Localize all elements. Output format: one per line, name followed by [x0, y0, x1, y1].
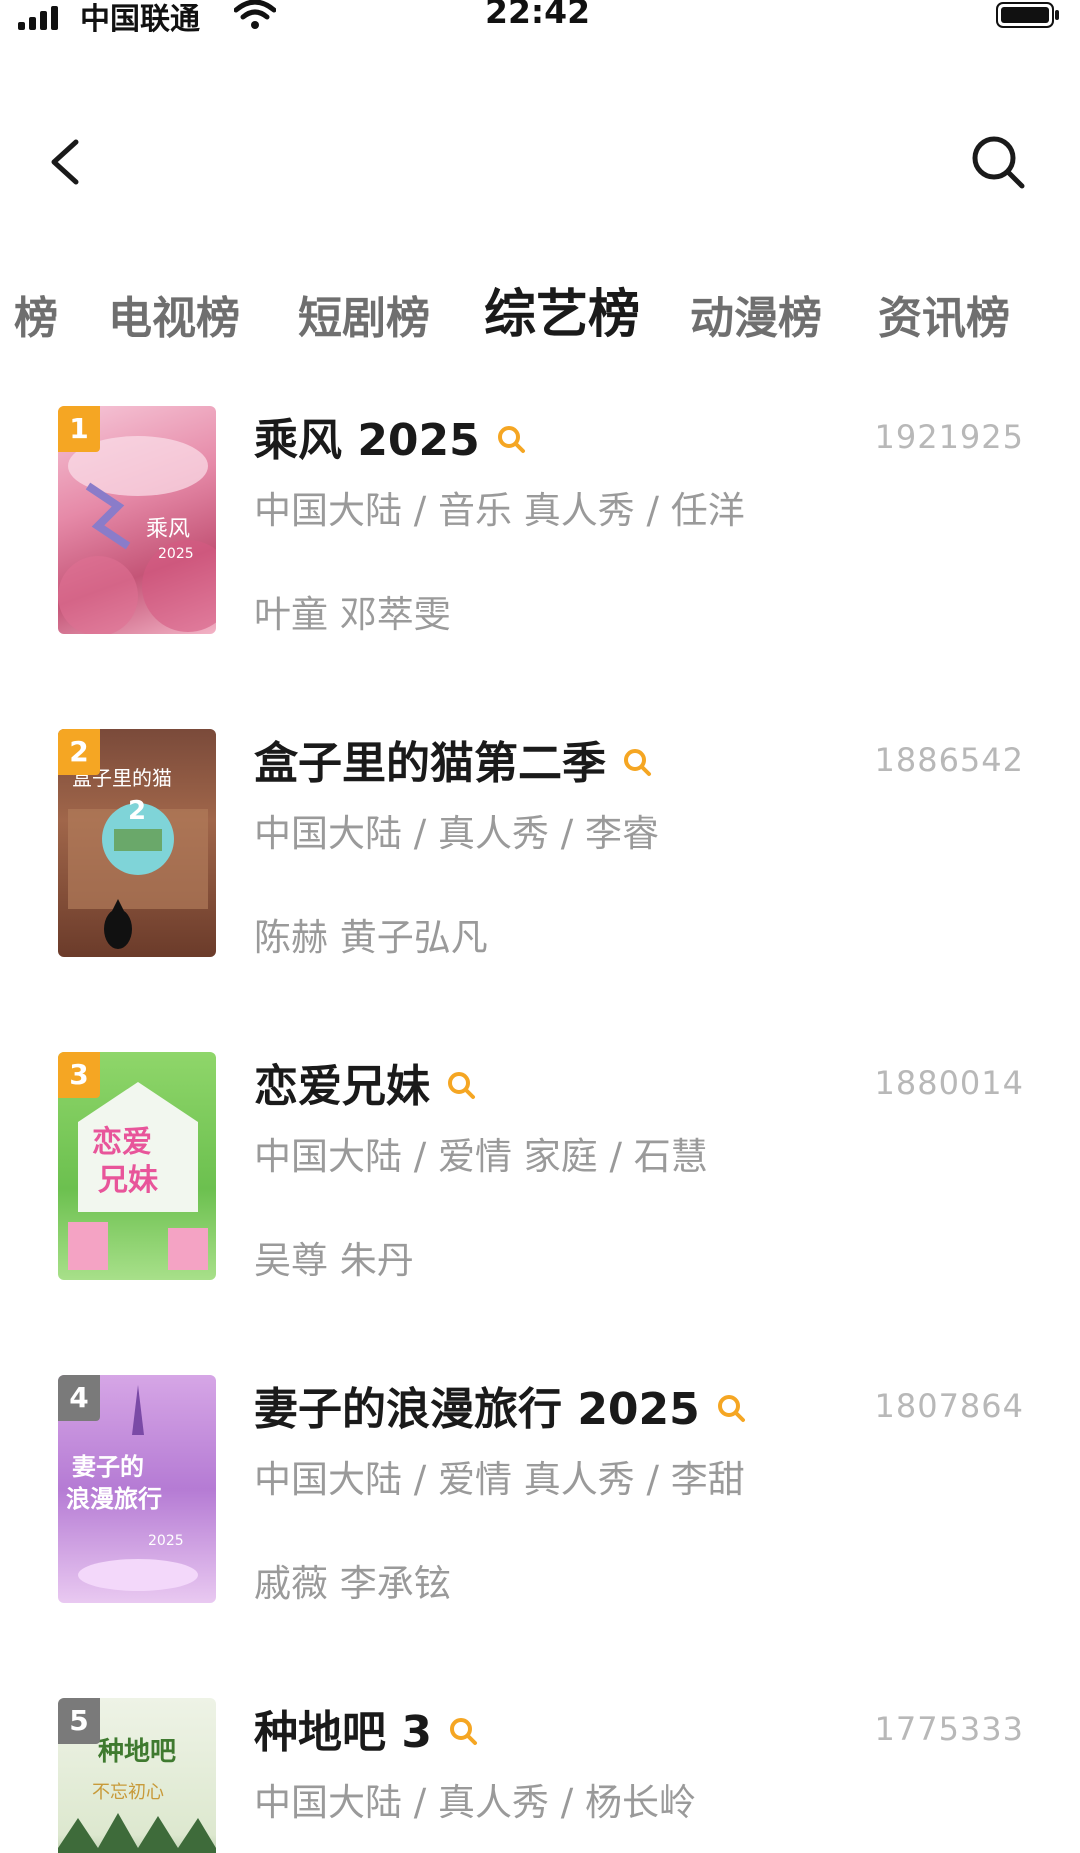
- poster-image: 盒子里的猫 2 2: [58, 729, 216, 957]
- list-item[interactable]: 恋爱 兄妹 3 恋爱兄妹 中国大陆 / 爱情 家庭 / 石慧 吴尊 朱丹 188…: [0, 1052, 1080, 1372]
- svg-text:妻子的: 妻子的: [72, 1453, 144, 1481]
- search-icon[interactable]: [622, 747, 652, 777]
- tab-anime[interactable]: 动漫榜: [690, 282, 822, 346]
- item-title: 盒子里的猫第二季: [254, 738, 606, 789]
- search-button[interactable]: [968, 132, 1028, 192]
- item-meta: 中国大陆 / 真人秀 / 杨长岭: [254, 1781, 696, 1824]
- rank-badge: 4: [58, 1375, 100, 1421]
- svg-text:2: 2: [128, 796, 146, 826]
- category-tabs: 榜 电视榜 短剧榜 综艺榜 动漫榜 资讯榜: [0, 268, 1080, 348]
- poster-image: 妻子的 浪漫旅行 2025 4: [58, 1375, 216, 1603]
- item-title: 乘风 2025: [254, 415, 480, 466]
- list-item[interactable]: 盒子里的猫 2 2 盒子里的猫第二季 中国大陆 / 真人秀 / 李睿 陈赫 黄子…: [0, 729, 1080, 1049]
- title-row: 妻子的浪漫旅行 2025: [254, 1375, 746, 1435]
- svg-text:乘风: 乘风: [146, 517, 190, 542]
- tab-variety[interactable]: 综艺榜: [484, 272, 640, 347]
- title-row: 乘风 2025: [254, 406, 526, 466]
- tab-partial[interactable]: 榜: [14, 282, 58, 346]
- tab-short-drama[interactable]: 短剧榜: [298, 282, 430, 346]
- svg-text:兄妹: 兄妹: [98, 1163, 158, 1198]
- rank-badge: 5: [58, 1698, 100, 1744]
- poster-image: 恋爱 兄妹 3: [58, 1052, 216, 1280]
- title-row: 恋爱兄妹: [254, 1052, 476, 1112]
- item-title: 种地吧 3: [254, 1707, 432, 1758]
- tab-tv[interactable]: 电视榜: [108, 282, 240, 346]
- item-meta: 中国大陆 / 真人秀 / 李睿: [254, 812, 659, 855]
- chevron-left-icon: [51, 139, 79, 185]
- battery-icon: [996, 2, 1059, 28]
- item-score: 1775333: [874, 1710, 1024, 1748]
- search-icon[interactable]: [446, 1070, 476, 1100]
- item-title: 妻子的浪漫旅行 2025: [254, 1384, 700, 1435]
- status-time: 22:42: [485, 0, 591, 31]
- item-meta: 中国大陆 / 音乐 真人秀 / 任洋: [254, 489, 745, 532]
- status-bar: 中国联通 22:42: [0, 0, 1080, 40]
- item-title: 恋爱兄妹: [254, 1061, 430, 1112]
- title-row: 盒子里的猫第二季: [254, 729, 652, 789]
- svg-text:2025: 2025: [158, 546, 194, 562]
- list-item[interactable]: 种地吧 不忘初心 5 种地吧 3 中国大陆 / 真人秀 / 杨长岭 177533…: [0, 1698, 1080, 1853]
- search-icon[interactable]: [496, 424, 526, 454]
- cellular-signal-icon: [18, 6, 58, 30]
- svg-text:恋爱: 恋爱: [92, 1125, 152, 1160]
- svg-text:种地吧: 种地吧: [98, 1737, 176, 1767]
- svg-text:不忘初心: 不忘初心: [92, 1782, 164, 1803]
- list-item[interactable]: 妻子的 浪漫旅行 2025 4 妻子的浪漫旅行 2025 中国大陆 / 爱情 真…: [0, 1375, 1080, 1695]
- item-score: 1886542: [874, 741, 1024, 779]
- item-score: 1880014: [874, 1064, 1024, 1102]
- item-cast: 陈赫 黄子弘凡: [254, 916, 488, 959]
- poster-image: 种地吧 不忘初心 5: [58, 1698, 216, 1853]
- rank-badge: 2: [58, 729, 100, 775]
- back-button[interactable]: [40, 130, 90, 194]
- title-row: 种地吧 3: [254, 1698, 478, 1758]
- search-icon[interactable]: [716, 1393, 746, 1423]
- svg-text:2025: 2025: [148, 1533, 184, 1549]
- list-item[interactable]: 乘风 2025 1 乘风 2025 中国大陆 / 音乐 真人秀 / 任洋 叶童 …: [0, 406, 1080, 726]
- wifi-icon: [234, 0, 276, 29]
- svg-text:浪漫旅行: 浪漫旅行: [66, 1485, 162, 1513]
- search-icon: [972, 136, 1025, 189]
- item-meta: 中国大陆 / 爱情 真人秀 / 李甜: [254, 1458, 745, 1501]
- search-icon[interactable]: [448, 1716, 478, 1746]
- tab-news[interactable]: 资讯榜: [878, 282, 1010, 346]
- item-cast: 吴尊 朱丹: [254, 1239, 414, 1282]
- carrier-name: 中国联通: [80, 2, 200, 37]
- item-meta: 中国大陆 / 爱情 家庭 / 石慧: [254, 1135, 708, 1178]
- rank-badge: 1: [58, 406, 100, 452]
- item-score: 1807864: [874, 1387, 1024, 1425]
- item-cast: 叶童 邓萃雯: [254, 593, 451, 636]
- item-score: 1921925: [874, 418, 1024, 456]
- item-cast: 戚薇 李承铉: [254, 1562, 451, 1605]
- rank-badge: 3: [58, 1052, 100, 1098]
- poster-image: 乘风 2025 1: [58, 406, 216, 634]
